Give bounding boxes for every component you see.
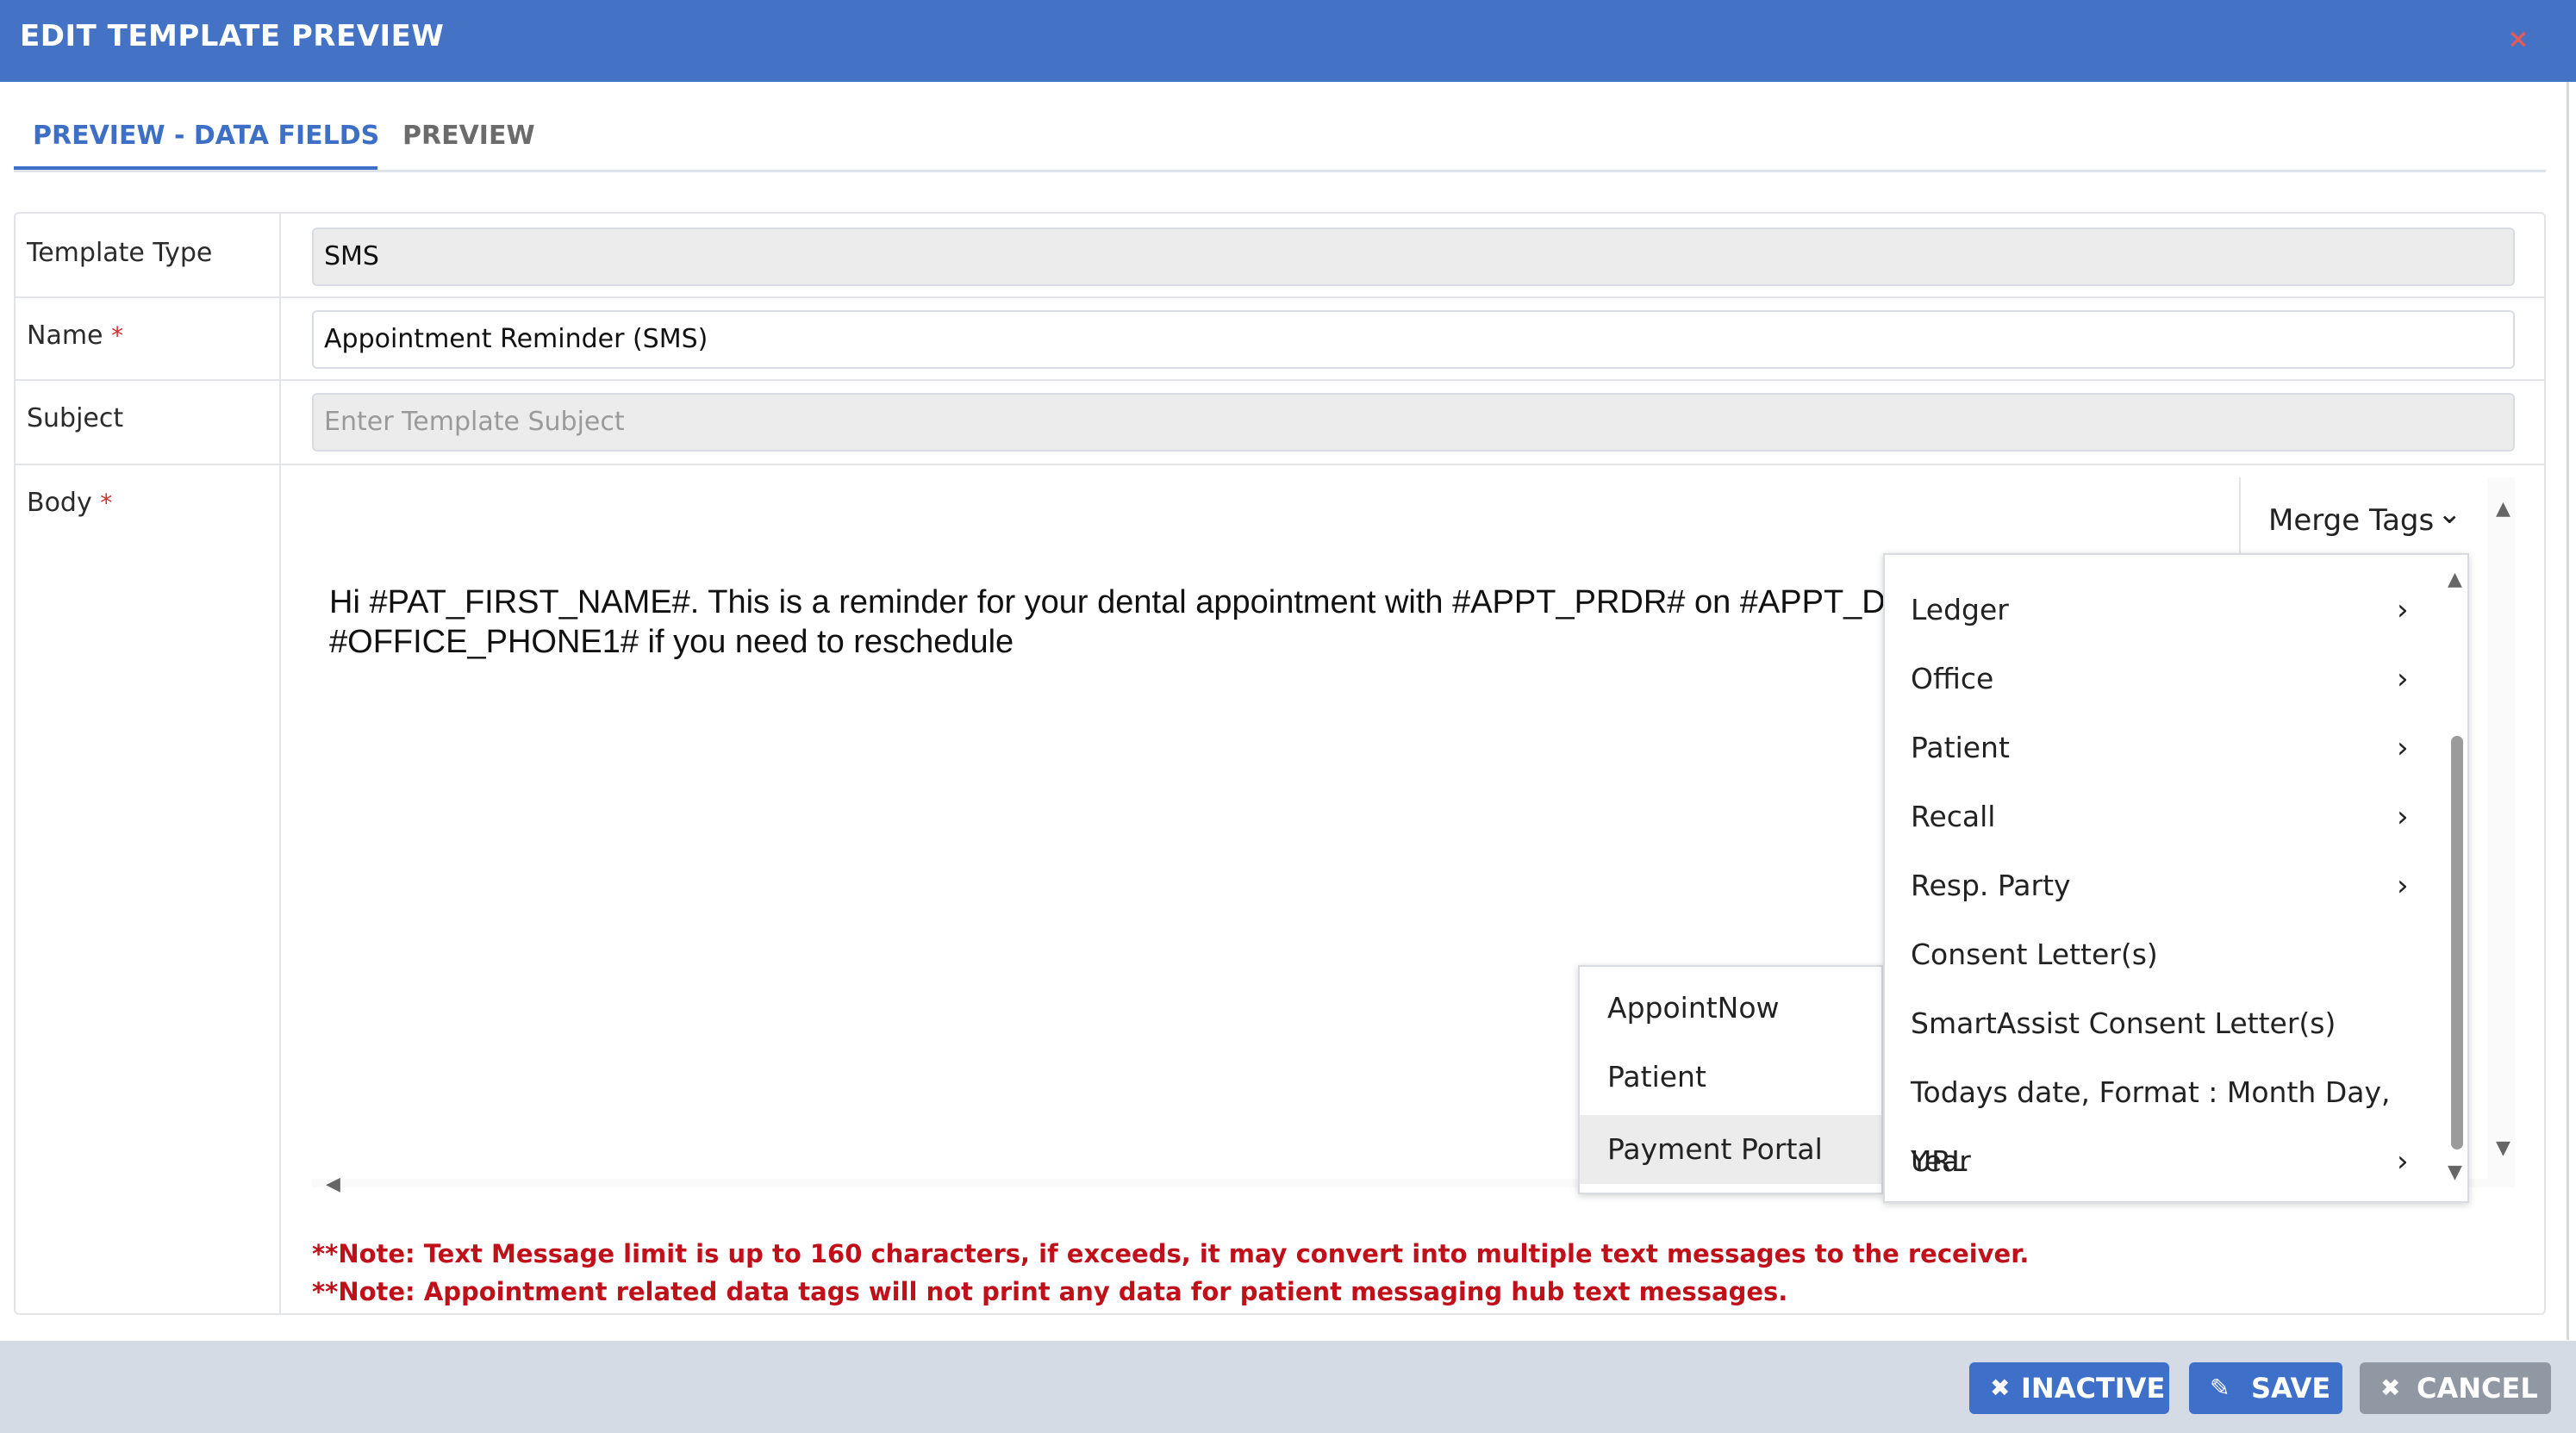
- menu-item-url[interactable]: URL ›: [1885, 1127, 2436, 1196]
- name-label: Name *: [27, 321, 124, 351]
- menu-item-todays-date[interactable]: Todays date, Format : Month Day, Year: [1885, 1058, 2436, 1178]
- dialog-right-border: [2567, 82, 2569, 1340]
- scroll-down-arrow-icon[interactable]: ▼: [2496, 1137, 2511, 1159]
- scroll-left-arrow-icon[interactable]: ◀: [326, 1174, 340, 1195]
- chevron-right-icon: ›: [2397, 662, 2409, 696]
- menu-scrollbar-thumb[interactable]: [2451, 736, 2463, 1150]
- body-text[interactable]: Hi #PAT_FIRST_NAME#. This is a reminder …: [329, 583, 1898, 662]
- body-text-line: #OFFICE_PHONE1# if you need to reschedul…: [329, 624, 1014, 660]
- merge-tags-label: Merge Tags: [2268, 503, 2435, 538]
- subject-input[interactable]: Enter Template Subject: [312, 393, 2515, 452]
- menu-scrollbar[interactable]: ▲ ▼: [2445, 555, 2467, 1201]
- active-tab-indicator: [14, 166, 377, 170]
- dialog-title-bar: EDIT TEMPLATE PREVIEW ×: [0, 0, 2576, 82]
- scroll-down-arrow-icon[interactable]: ▼: [2448, 1162, 2462, 1183]
- menu-item-patient[interactable]: Patient ›: [1885, 713, 2436, 782]
- submenu-item-patient-registration[interactable]: Patient Registration: [1580, 1043, 1881, 1162]
- menu-item-recall[interactable]: Recall ›: [1885, 782, 2436, 851]
- required-marker: *: [100, 489, 113, 517]
- chevron-right-icon: ›: [2397, 731, 2409, 765]
- tab-preview-data-fields[interactable]: PREVIEW - DATA FIELDS: [33, 121, 379, 151]
- tab-preview[interactable]: PREVIEW: [402, 121, 535, 151]
- row-divider: [16, 379, 2544, 381]
- chevron-right-icon: ›: [2397, 1144, 2409, 1179]
- x-icon: ✖: [1990, 1374, 2011, 1402]
- inactive-button[interactable]: ✖ INACTIVE: [1969, 1362, 2169, 1414]
- pencil-icon: ✎: [2210, 1374, 2230, 1402]
- x-icon: ✖: [2380, 1374, 2401, 1402]
- dialog-footer: ✖ INACTIVE ✎ SAVE ✖ CANCEL: [0, 1341, 2576, 1433]
- close-icon[interactable]: ×: [2504, 22, 2533, 57]
- submenu-item-payment-portal[interactable]: Payment Portal: [1580, 1115, 1881, 1184]
- subject-label: Subject: [27, 403, 124, 433]
- chevron-down-icon: ⌄: [2437, 496, 2462, 531]
- template-type-label: Template Type: [27, 238, 213, 268]
- tab-bar: PREVIEW - DATA FIELDS PREVIEW: [14, 103, 2546, 172]
- required-marker: *: [111, 321, 124, 350]
- menu-item-smartassist-consent-letters[interactable]: SmartAssist Consent Letter(s): [1885, 989, 2436, 1058]
- submenu-item-appointnow[interactable]: AppointNow: [1580, 974, 1881, 1043]
- body-label: Body *: [27, 488, 113, 518]
- template-type-field: SMS: [312, 227, 2515, 286]
- scroll-up-arrow-icon[interactable]: ▲: [2496, 498, 2511, 520]
- menu-item-ledger[interactable]: Ledger ›: [1885, 576, 2436, 645]
- merge-tags-button[interactable]: Merge Tags ⌄: [2239, 477, 2487, 557]
- menu-item-office[interactable]: Office ›: [1885, 645, 2436, 713]
- body-text-line: Hi #PAT_FIRST_NAME#. This is a reminder …: [329, 584, 1898, 620]
- chevron-right-icon: ›: [2397, 593, 2409, 627]
- menu-item-resp-party[interactable]: Resp. Party ›: [1885, 851, 2436, 920]
- menu-item-consent-letters[interactable]: Consent Letter(s): [1885, 920, 2436, 989]
- merge-tags-menu: Ledger › Office › Patient › Recall › Res…: [1883, 553, 2469, 1203]
- save-button[interactable]: ✎ SAVE: [2189, 1362, 2342, 1414]
- row-divider: [16, 464, 2544, 465]
- scroll-up-arrow-icon[interactable]: ▲: [2448, 569, 2462, 590]
- dialog-title: EDIT TEMPLATE PREVIEW: [20, 19, 445, 53]
- chevron-right-icon: ›: [2397, 869, 2409, 903]
- name-input[interactable]: Appointment Reminder (SMS): [312, 310, 2515, 369]
- cancel-button[interactable]: ✖ CANCEL: [2360, 1362, 2551, 1414]
- sms-limit-note: **Note: Text Message limit is up to 160 …: [312, 1239, 2030, 1268]
- url-submenu: AppointNow Patient Registration Payment …: [1578, 965, 1883, 1194]
- chevron-right-icon: ›: [2397, 800, 2409, 834]
- appointment-tags-note: **Note: Appointment related data tags wi…: [312, 1277, 1788, 1306]
- row-divider: [16, 296, 2544, 298]
